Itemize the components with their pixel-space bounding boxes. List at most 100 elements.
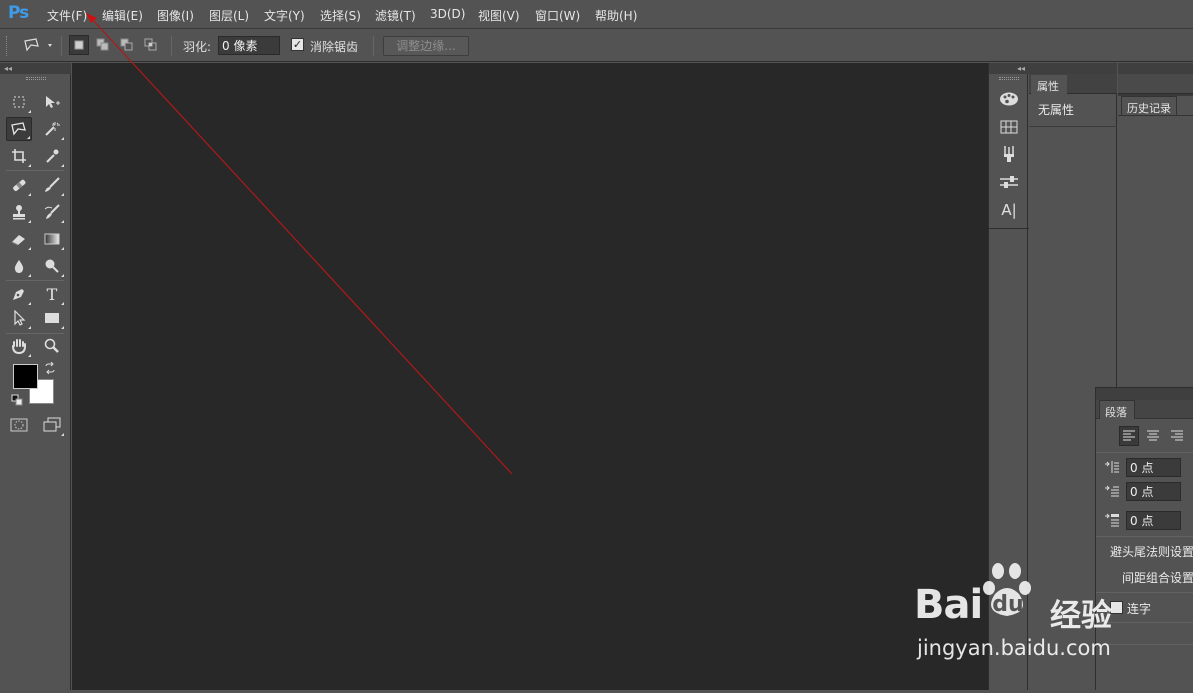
stamp-icon xyxy=(13,205,25,220)
dodge-icon xyxy=(45,259,59,273)
refine-edge-button[interactable]: 调整边缘... xyxy=(383,36,469,56)
foreground-color-swatch[interactable] xyxy=(13,364,38,389)
menu-bar: Ps 文件(F) 编辑(E) 图像(I) 图层(L) 文字(Y) 选择(S) 滤… xyxy=(0,0,1193,29)
crop-tool[interactable] xyxy=(6,144,32,168)
add-selection-button[interactable] xyxy=(93,35,113,55)
feather-input[interactable] xyxy=(218,36,280,55)
options-separator xyxy=(61,36,62,56)
menu-edit[interactable]: 编辑(E) xyxy=(102,7,143,24)
quick-mask-icon xyxy=(10,418,28,432)
menu-type[interactable]: 文字(Y) xyxy=(264,7,305,24)
menu-layer[interactable]: 图层(L) xyxy=(209,7,249,24)
swatches-panel-button[interactable] xyxy=(996,115,1022,139)
type-icon: T xyxy=(46,284,58,304)
hand-tool[interactable] xyxy=(6,334,32,358)
subtract-selection-icon xyxy=(120,38,133,51)
toolbox-grip[interactable] xyxy=(26,77,46,80)
icon-strip-grip[interactable] xyxy=(999,77,1019,80)
tab-history[interactable]: 历史记录 xyxy=(1121,96,1177,116)
zoom-tool[interactable] xyxy=(39,334,65,358)
menu-view[interactable]: 视图(V) xyxy=(478,7,520,24)
options-grip xyxy=(6,36,10,56)
new-selection-button[interactable] xyxy=(69,35,89,55)
default-colors-icon[interactable] xyxy=(11,394,23,406)
align-center-button[interactable] xyxy=(1143,426,1163,446)
eraser-icon xyxy=(11,235,25,246)
toolbox-separator xyxy=(6,280,64,281)
align-center-icon xyxy=(1147,430,1159,441)
menu-file[interactable]: 文件(F) xyxy=(47,7,87,24)
add-selection-icon xyxy=(96,38,109,51)
intersect-selection-button[interactable] xyxy=(141,35,161,55)
watermark-brand-right: 经验 xyxy=(1050,598,1112,634)
rectangular-marquee-tool[interactable] xyxy=(6,90,32,114)
align-right-button[interactable] xyxy=(1167,426,1187,446)
eyedropper-tool[interactable] xyxy=(39,144,65,168)
options-bar: 羽化: ✓ 消除锯齿 调整边缘... xyxy=(0,30,1193,62)
eraser-tool[interactable] xyxy=(6,227,32,251)
gradient-tool[interactable] xyxy=(39,227,65,251)
type-tool[interactable]: T xyxy=(39,282,65,306)
menu-image[interactable]: 图像(I) xyxy=(157,7,194,24)
menu-3d[interactable]: 3D(D) xyxy=(430,7,465,21)
hand-icon xyxy=(12,339,26,355)
toolbox-collapse-bar[interactable]: ◂◂ xyxy=(0,63,71,74)
polygonal-lasso-tool[interactable] xyxy=(6,117,32,141)
menu-filter[interactable]: 滤镜(T) xyxy=(375,7,416,24)
character-panel-button[interactable]: A| xyxy=(996,198,1022,222)
menu-select[interactable]: 选择(S) xyxy=(320,7,361,24)
menu-help[interactable]: 帮助(H) xyxy=(595,7,637,24)
history-brush-tool[interactable] xyxy=(39,200,65,224)
collapsed-panel-strip xyxy=(1118,74,1193,94)
align-left-button[interactable] xyxy=(1119,426,1139,446)
color-palette-icon xyxy=(1000,92,1018,106)
history-panel: 历史记录 xyxy=(1118,63,1193,393)
space-before-field[interactable] xyxy=(1126,511,1181,530)
rectangle-tool[interactable] xyxy=(39,306,65,330)
indent-first-line-field[interactable] xyxy=(1126,482,1181,501)
document-canvas[interactable] xyxy=(72,63,988,690)
tool-presets-panel-button[interactable] xyxy=(996,170,1022,194)
brush-tool[interactable] xyxy=(39,173,65,197)
polygonal-lasso-icon xyxy=(24,38,52,52)
magic-wand-tool[interactable] xyxy=(39,117,65,141)
path-selection-tool[interactable] xyxy=(6,306,32,330)
indent-left-field[interactable] xyxy=(1126,458,1181,477)
icon-strip-collapse-bar[interactable]: ◂◂ xyxy=(989,63,1029,74)
history-tab-underline xyxy=(1118,115,1193,116)
character-icon: A| xyxy=(1001,201,1017,219)
watermark-url: jingyan.baidu.com xyxy=(917,636,1111,660)
swap-colors-icon[interactable] xyxy=(44,361,56,375)
options-separator xyxy=(171,36,172,56)
menu-window[interactable]: 窗口(W) xyxy=(535,7,580,24)
paragraph-divider xyxy=(1096,536,1193,537)
tab-paragraph[interactable]: 段落 xyxy=(1099,400,1135,419)
screen-mode-button[interactable] xyxy=(39,413,65,437)
dodge-tool[interactable] xyxy=(39,254,65,278)
pen-tool[interactable] xyxy=(6,282,32,306)
tool-preset-picker[interactable] xyxy=(20,35,54,55)
feather-label: 羽化: xyxy=(183,40,212,54)
move-tool[interactable] xyxy=(39,90,65,114)
kinsoku-setting-label[interactable]: 避头尾法则设置 xyxy=(1110,543,1193,560)
clone-stamp-tool[interactable] xyxy=(6,200,32,224)
color-panel-button[interactable] xyxy=(996,87,1022,111)
brush-presets-panel-button[interactable] xyxy=(996,142,1022,166)
rectangular-marquee-icon xyxy=(13,96,25,108)
rectangle-shape-icon xyxy=(45,313,59,323)
brush-icon xyxy=(45,177,60,192)
watermark-brand-left: Bai xyxy=(914,582,983,628)
tab-properties[interactable]: 属性 xyxy=(1031,75,1067,95)
blur-tool[interactable] xyxy=(6,254,32,278)
history-panel-header xyxy=(1118,63,1193,74)
subtract-selection-button[interactable] xyxy=(117,35,137,55)
healing-brush-tool[interactable] xyxy=(6,173,32,197)
swatches-grid-icon xyxy=(1000,120,1018,134)
properties-panel-header xyxy=(1029,63,1117,74)
quick-mask-button[interactable] xyxy=(6,413,32,437)
indent-left-icon xyxy=(1104,460,1120,476)
paragraph-panel-header xyxy=(1096,388,1193,400)
baidu-watermark: du Bai 经验 jingyan.baidu.com xyxy=(905,560,1140,690)
toolbox: ◂◂ T xyxy=(0,63,71,690)
antialias-checkbox[interactable]: ✓ xyxy=(291,38,304,51)
